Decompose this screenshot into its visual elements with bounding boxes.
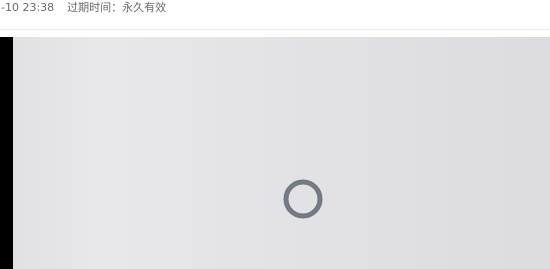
expire-value: 永久有效 [122,1,167,14]
viewer-edge-strip [0,37,13,269]
preview-area[interactable] [0,37,550,269]
loading-spinner-icon [283,179,323,219]
file-meta-bar: 05-10 23:38 过期时间：永久有效 [0,0,550,30]
file-meta-text: 05-10 23:38 过期时间：永久有效 [0,1,166,15]
expire-label: 过期时间： [67,1,123,14]
loading-spinner [283,179,323,219]
upload-time: 05-10 23:38 [0,1,55,14]
